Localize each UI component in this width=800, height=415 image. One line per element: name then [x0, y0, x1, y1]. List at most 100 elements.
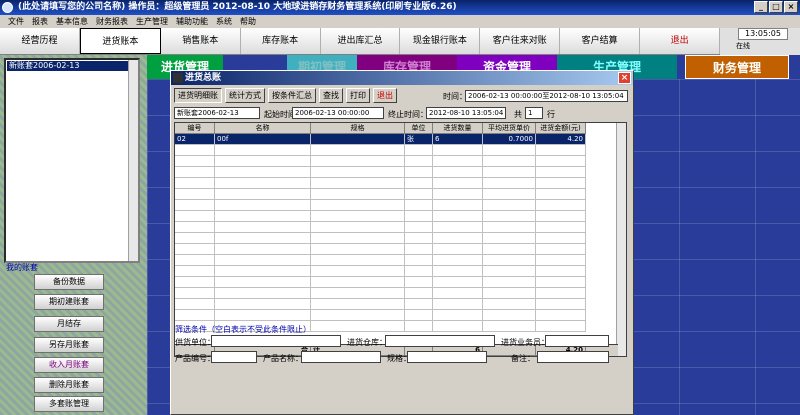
empty-cell: [483, 178, 536, 189]
col-header-amount[interactable]: 进货金额(元): [536, 123, 586, 134]
close-button[interactable]: ×: [784, 1, 798, 13]
empty-cell: [215, 244, 311, 255]
stat-method-button[interactable]: 统计方式: [225, 88, 265, 103]
end-time-field[interactable]: 2012-08-10 13:05:04: [426, 107, 506, 119]
exit-button[interactable]: 退出: [373, 88, 397, 103]
nav-stock-summary[interactable]: 进出库汇总: [320, 28, 401, 54]
sidebar: 新账套2006-02-13 我的账套 备份数据 期初建账套 月结存 另存月账套 …: [0, 55, 147, 415]
empty-cell: [405, 233, 433, 244]
menu-finance-reports[interactable]: 财务报表: [92, 15, 132, 28]
menu-basic-info[interactable]: 基本信息: [52, 15, 92, 28]
tile-finance[interactable]: 财务管理: [685, 55, 789, 79]
menu-production[interactable]: 生产管理: [132, 15, 172, 28]
empty-cell: [311, 277, 405, 288]
purchase-detail-button[interactable]: 进货明细账: [174, 88, 222, 103]
start-time-field[interactable]: 2006-02-13 00:00:00: [292, 107, 384, 119]
minimize-button[interactable]: _: [754, 1, 768, 13]
load-month-button[interactable]: 收入月账套: [34, 357, 104, 373]
empty-cell: [215, 167, 311, 178]
empty-cell: [405, 200, 433, 211]
table-scrollbar[interactable]: [616, 123, 626, 356]
empty-cell: [536, 167, 586, 178]
total-label: 共: [514, 110, 522, 119]
maximize-button[interactable]: □: [769, 1, 783, 13]
find-button[interactable]: 查找: [319, 88, 343, 103]
account-name-field[interactable]: 新账套2006-02-13: [174, 107, 260, 119]
clerk-field[interactable]: [545, 335, 609, 347]
product-name-field[interactable]: [301, 351, 381, 363]
empty-cell: [483, 266, 536, 277]
cell-avg-price: 0.7000: [483, 134, 536, 145]
empty-cell: [433, 255, 483, 266]
empty-cell: [311, 233, 405, 244]
col-header-spec[interactable]: 规格: [311, 123, 405, 134]
empty-cell: [311, 167, 405, 178]
col-header-unit[interactable]: 单位: [405, 123, 433, 134]
table-row[interactable]: 02 00f 张 6 0.7000 4.20: [175, 134, 626, 145]
app-title-bar: (此处请填写您的公司名称) 操作员：超级管理员 2012-08-10 大地球进销…: [0, 0, 800, 15]
empty-cell: [175, 288, 215, 299]
col-header-avg-price[interactable]: 平均进货单价: [483, 123, 536, 134]
empty-cell: [536, 211, 586, 222]
empty-cell: [175, 266, 215, 277]
empty-cell: [215, 189, 311, 200]
empty-cell: [215, 288, 311, 299]
nav-history[interactable]: 经营历程: [0, 28, 80, 54]
empty-cell: [311, 255, 405, 266]
menu-help[interactable]: 帮助: [236, 15, 260, 28]
nav-sales-ledger[interactable]: 销售账本: [160, 28, 241, 54]
note-field[interactable]: [537, 351, 609, 363]
nav-customer-settle[interactable]: 客户结算: [560, 28, 641, 54]
dialog-close-button[interactable]: ×: [618, 72, 631, 84]
empty-cell: [311, 266, 405, 277]
empty-cell: [175, 255, 215, 266]
nav-purchase-ledger[interactable]: 进货账本: [79, 28, 161, 54]
col-header-qty[interactable]: 进货数量: [433, 123, 483, 134]
empty-row: [175, 222, 626, 233]
empty-cell: [405, 189, 433, 200]
print-button[interactable]: 打印: [346, 88, 370, 103]
empty-cell: [536, 255, 586, 266]
account-list-scrollbar[interactable]: [128, 60, 138, 261]
empty-cell: [215, 211, 311, 222]
nav-exit[interactable]: 退出: [640, 28, 721, 54]
nav-cash-bank[interactable]: 现金银行账本: [400, 28, 481, 54]
save-month-button[interactable]: 另存月账套: [34, 337, 104, 353]
account-list[interactable]: 新账套2006-02-13: [4, 58, 140, 263]
cell-spec: [311, 134, 405, 145]
product-name-label: 产品名称：: [263, 354, 303, 363]
nav-inventory-ledger[interactable]: 库存账本: [240, 28, 321, 54]
product-code-field[interactable]: [211, 351, 257, 363]
supplier-field[interactable]: [211, 335, 341, 347]
col-header-code[interactable]: 编号: [175, 123, 215, 134]
menu-reports[interactable]: 报表: [28, 15, 52, 28]
summary-by-condition-button[interactable]: 按条件汇总: [268, 88, 316, 103]
empty-cell: [311, 156, 405, 167]
empty-cell: [433, 145, 483, 156]
empty-cell: [536, 244, 586, 255]
total-rows-field: 1: [525, 107, 543, 119]
col-header-name[interactable]: 名称: [215, 123, 311, 134]
empty-cell: [405, 145, 433, 156]
empty-cell: [483, 277, 536, 288]
spec-field[interactable]: [407, 351, 487, 363]
menu-system[interactable]: 系统: [212, 15, 236, 28]
create-period-button[interactable]: 期初建账套: [34, 294, 104, 310]
nav-customer-reconcile[interactable]: 客户往来对账: [480, 28, 561, 54]
warehouse-field[interactable]: [385, 335, 495, 347]
table-body: 02 00f 张 6 0.7000 4.20: [175, 134, 626, 334]
empty-cell: [175, 189, 215, 200]
dialog-toolbar: 进货明细账 统计方式 按条件汇总 查找 打印 退出: [174, 88, 397, 103]
time-range-display: 2006-02-13 00:00:00至2012-08-10 13:05:04: [465, 90, 628, 102]
delete-month-button[interactable]: 删除月账套: [34, 377, 104, 393]
empty-cell: [215, 200, 311, 211]
empty-cell: [215, 156, 311, 167]
empty-cell: [433, 310, 483, 321]
multi-account-button[interactable]: 多套账管理: [34, 396, 104, 412]
backup-data-button[interactable]: 备份数据: [34, 274, 104, 290]
account-item[interactable]: 新账套2006-02-13: [7, 61, 137, 71]
month-close-button[interactable]: 月结存: [34, 316, 104, 332]
menu-file[interactable]: 文件: [4, 15, 28, 28]
menu-tools[interactable]: 辅助功能: [172, 15, 212, 28]
empty-cell: [433, 299, 483, 310]
